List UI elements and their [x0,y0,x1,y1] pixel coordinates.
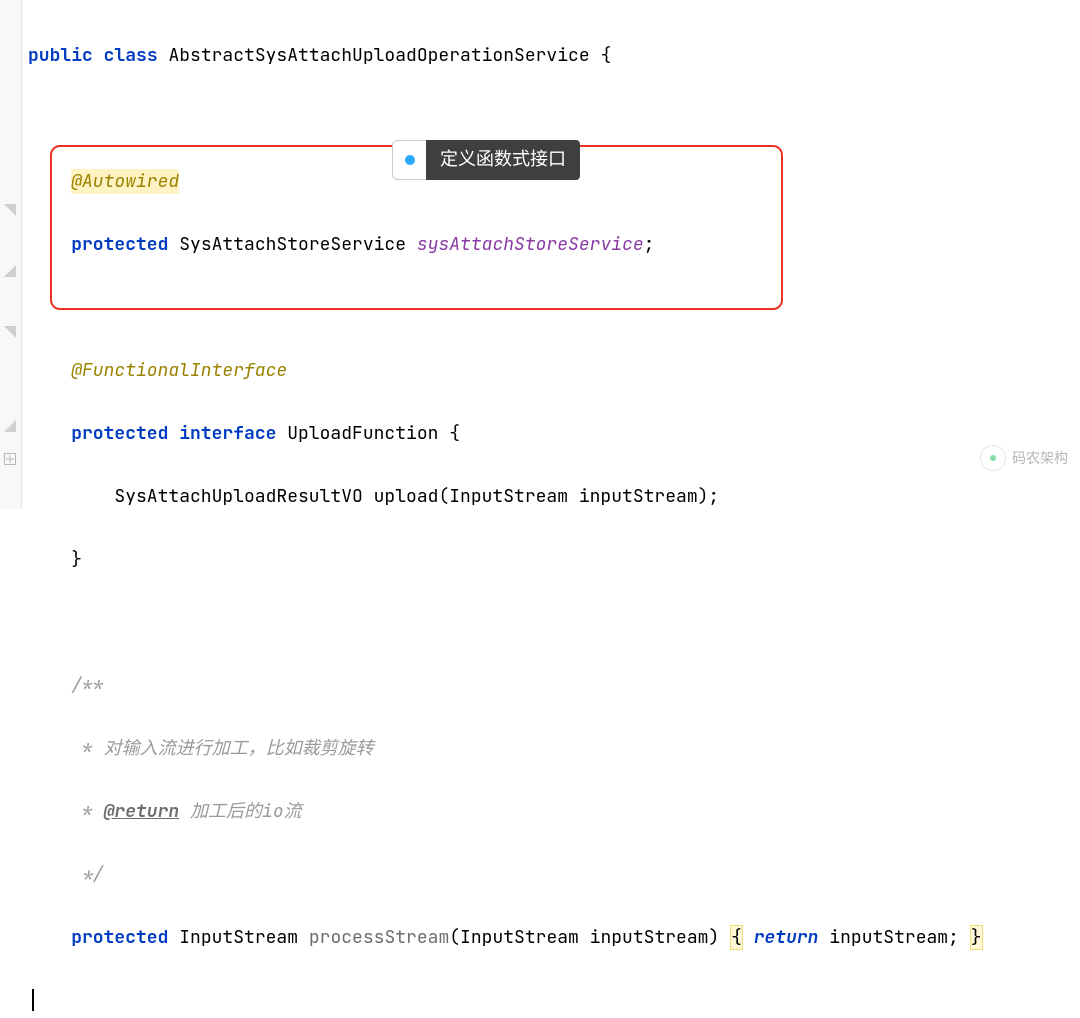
javadoc-line: * [71,800,103,823]
keyword-class: class [104,44,158,67]
class-name: AbstractSysAttachUploadOperationService [168,44,589,67]
brace: { [449,422,460,445]
javadoc-line: 加工后的io流 [179,800,301,823]
interface-name: UploadFunction [287,422,438,445]
keyword-interface: interface [179,422,276,445]
fold-marker-icon[interactable] [4,420,16,432]
fold-marker-icon[interactable] [4,204,16,216]
callout-pointer-icon [392,140,426,180]
fold-marker-icon[interactable] [4,265,16,277]
keyword-protected: protected [71,233,168,256]
param-list: (InputStream inputStream); [438,485,719,508]
brace: { [600,44,611,67]
callout-dot-icon [405,155,415,165]
keyword-protected: protected [71,422,168,445]
code-editor[interactable]: public class AbstractSysAttachUploadOper… [22,0,1080,509]
keyword-return: return [754,926,819,949]
method-name: upload [374,485,439,508]
brace-highlight: { [730,925,743,950]
javadoc-open: /** [71,674,103,697]
editor-gutter [0,0,22,509]
fold-expand-icon[interactable] [4,453,16,465]
javadoc-return-tag: @return [104,800,180,823]
return-expr: inputStream; [819,926,970,949]
brace-highlight: } [970,925,983,950]
fold-marker-icon[interactable] [4,326,16,338]
type-name: SysAttachStoreService [179,233,406,256]
javadoc-close: */ [71,863,103,886]
keyword-public: public [28,44,93,67]
method-name: processStream [309,926,449,949]
param-list: (InputStream inputStream) [449,926,730,949]
return-type: InputStream [179,926,298,949]
field-name: sysAttachStoreService [417,233,644,256]
brace: } [71,548,82,571]
caret-icon [32,989,34,1011]
javadoc-line: * 对输入流进行加工，比如裁剪旋转 [71,737,373,760]
return-type: SysAttachUploadResultVO [114,485,362,508]
annotation-functionalinterface: @FunctionalInterface [71,359,287,382]
keyword-protected: protected [71,926,168,949]
semicolon: ; [644,233,655,256]
annotation-autowired: @Autowired [71,169,179,194]
callout-tooltip: 定义函数式接口 [392,140,580,180]
callout-label: 定义函数式接口 [426,140,580,180]
